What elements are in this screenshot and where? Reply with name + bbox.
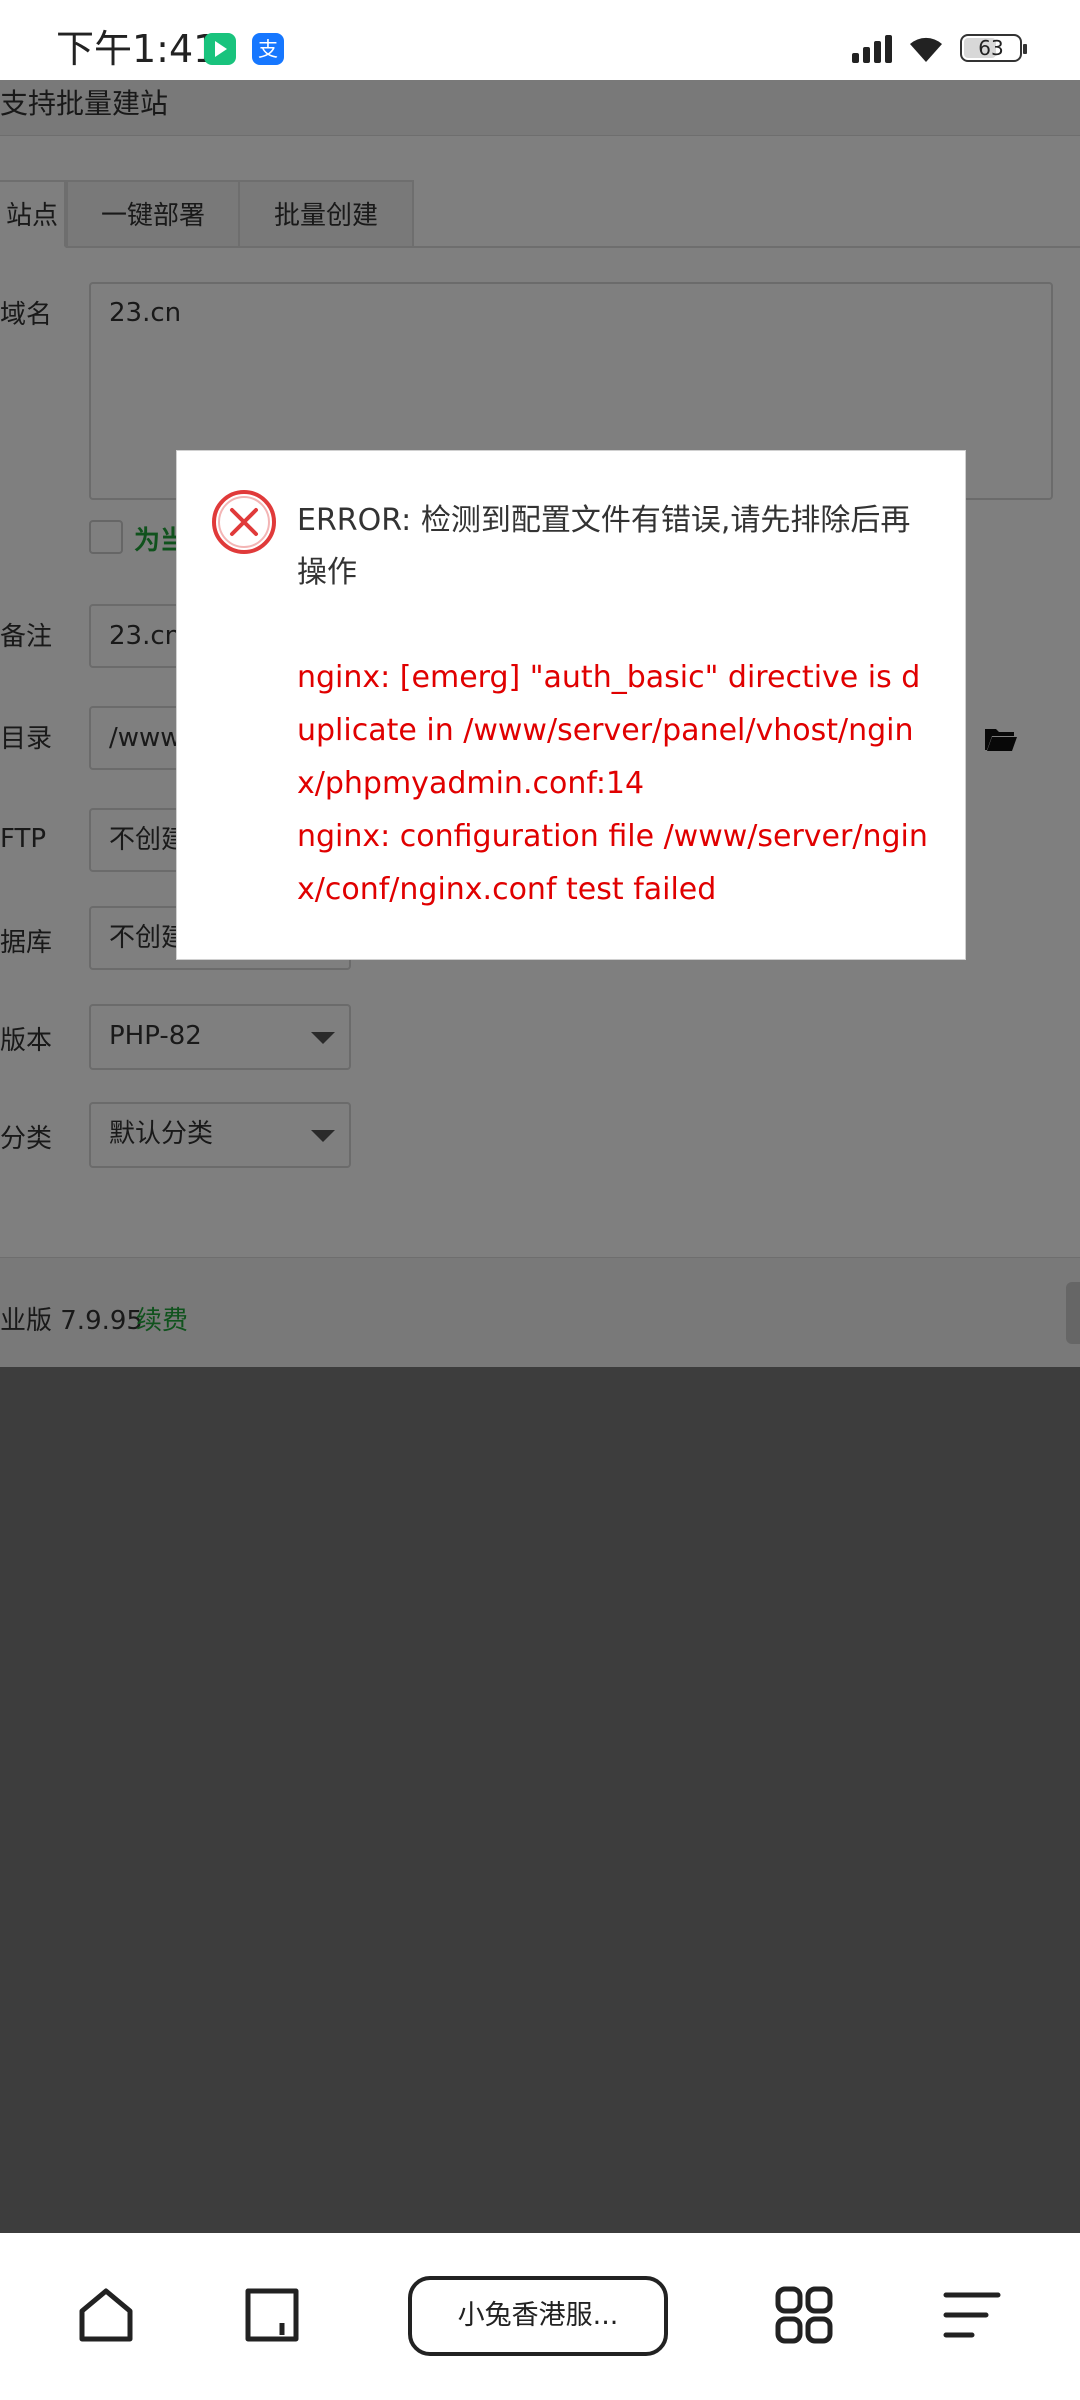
error-detail-line: nginx: [emerg] "auth_basic" directive is… — [297, 660, 921, 801]
error-title: ERROR: 检测到配置文件有错误,请先排除后再操作 — [297, 503, 911, 590]
tabs-icon[interactable] — [240, 2283, 304, 2347]
status-indicators: 63 — [852, 28, 1027, 68]
browser-nav-bar: 小兔香港服... — [0, 2233, 1080, 2400]
signal-icon — [852, 33, 892, 63]
modal-overlay[interactable] — [0, 80, 1080, 2233]
apps-grid-icon[interactable] — [772, 2283, 836, 2347]
status-time: 下午1:41 — [56, 27, 218, 71]
menu-icon[interactable] — [940, 2283, 1004, 2347]
battery-icon: 63 — [960, 34, 1027, 62]
error-detail-line: nginx: configuration file /www/server/ng… — [297, 819, 928, 907]
home-icon[interactable] — [74, 2283, 138, 2347]
status-bar: 下午1:41 支 63 — [0, 0, 1080, 80]
error-detail: nginx: [emerg] "auth_basic" directive is… — [297, 651, 937, 916]
error-dialog: ERROR: 检测到配置文件有错误,请先排除后再操作 nginx: [emerg… — [176, 450, 966, 960]
video-app-icon — [204, 33, 236, 65]
url-address-button[interactable]: 小兔香港服... — [408, 2276, 668, 2356]
alipay-app-icon: 支 — [252, 33, 284, 65]
error-circle-x-icon — [212, 490, 276, 554]
wifi-icon — [910, 37, 942, 62]
